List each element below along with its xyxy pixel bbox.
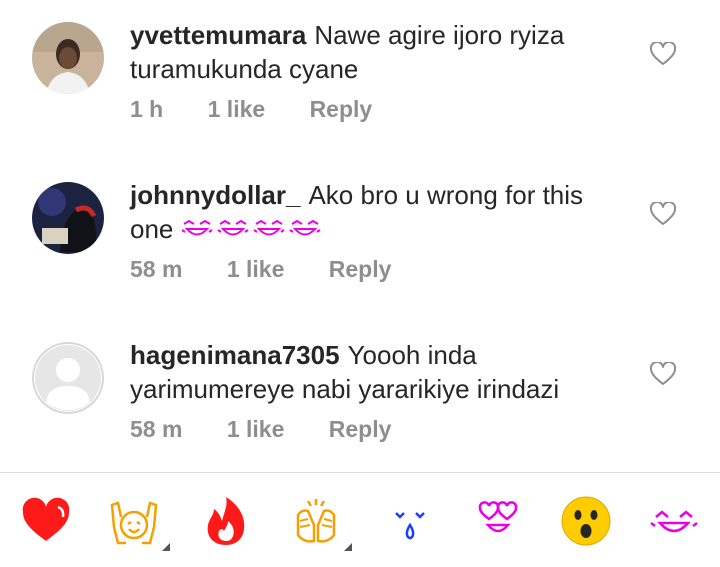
surprised-face-icon bbox=[561, 496, 611, 546]
avatar[interactable] bbox=[32, 182, 104, 254]
fire-icon bbox=[207, 497, 245, 545]
crying-face-emoji-button[interactable] bbox=[384, 495, 436, 547]
comment-meta: 1 h 1 like Reply bbox=[130, 96, 410, 123]
clapping-hands-icon bbox=[296, 499, 336, 543]
comment-item: johnnydollar_ Ako bro u wrong for this on… bbox=[0, 160, 720, 320]
heart-eyes-face-emoji-button[interactable] bbox=[472, 495, 524, 547]
comment-time: 58 m bbox=[130, 416, 183, 442]
username[interactable]: hagenimana7305 bbox=[130, 340, 340, 370]
reply-button[interactable]: Reply bbox=[329, 256, 392, 283]
comment-item: yvettemumara Nawe agire ijoro ryiza turam… bbox=[0, 0, 720, 160]
comment-body: yvettemumara Nawe agire ijoro ryiza turam… bbox=[130, 18, 630, 86]
laughing-face-emoji-button[interactable] bbox=[648, 495, 700, 547]
crying-face-icon bbox=[395, 512, 425, 540]
laughing-face-icon bbox=[289, 219, 321, 236]
laughing-face-icon bbox=[181, 219, 213, 236]
raising-hands-icon bbox=[110, 501, 158, 545]
comment-time: 58 m bbox=[130, 256, 183, 282]
like-heart-icon[interactable] bbox=[650, 202, 676, 226]
laughing-face-icon bbox=[650, 510, 698, 533]
comment-item: hagenimana7305 Yoooh inda yarimumereye na… bbox=[0, 320, 720, 480]
comment-text-line: yvettemumara Nawe agire ijoro ryiza turam… bbox=[130, 18, 630, 86]
reply-button[interactable]: Reply bbox=[329, 416, 392, 443]
default-avatar[interactable] bbox=[32, 342, 104, 414]
like-heart-icon[interactable] bbox=[650, 42, 676, 66]
comment-meta: 58 m 1 like Reply bbox=[130, 416, 429, 443]
comment-body: hagenimana7305 Yoooh inda yarimumereye na… bbox=[130, 338, 630, 406]
laughing-face-icon bbox=[217, 219, 249, 236]
like-count[interactable]: 1 like bbox=[208, 96, 266, 123]
raising-hands-emoji-button[interactable] bbox=[108, 495, 170, 551]
variant-indicator-icon bbox=[162, 543, 170, 551]
surprised-face-emoji-button[interactable] bbox=[560, 495, 612, 547]
comment-text-line: johnnydollar_ Ako bro u wrong for this on… bbox=[130, 178, 630, 246]
clapping-hands-emoji-button[interactable] bbox=[290, 495, 352, 551]
reply-button[interactable]: Reply bbox=[310, 96, 373, 123]
emoji-quick-reaction-tray bbox=[0, 473, 720, 567]
red-heart-icon bbox=[22, 497, 70, 541]
laughing-face-icon bbox=[253, 219, 285, 236]
variant-indicator-icon bbox=[344, 543, 352, 551]
like-heart-icon[interactable] bbox=[650, 362, 676, 386]
heart-eyes-face-icon bbox=[478, 501, 518, 533]
comment-meta: 58 m 1 like Reply bbox=[130, 256, 429, 283]
avatar[interactable] bbox=[32, 22, 104, 94]
comment-time: 1 h bbox=[130, 96, 164, 122]
red-heart-emoji-button[interactable] bbox=[20, 495, 72, 547]
like-count[interactable]: 1 like bbox=[227, 416, 285, 443]
fire-emoji-button[interactable] bbox=[200, 495, 252, 547]
like-count[interactable]: 1 like bbox=[227, 256, 285, 283]
username[interactable]: yvettemumara bbox=[130, 20, 306, 50]
comment-body: johnnydollar_ Ako bro u wrong for this on… bbox=[130, 178, 630, 246]
comment-text-line: hagenimana7305 Yoooh inda yarimumereye na… bbox=[130, 338, 630, 406]
username[interactable]: johnnydollar_ bbox=[130, 180, 300, 210]
